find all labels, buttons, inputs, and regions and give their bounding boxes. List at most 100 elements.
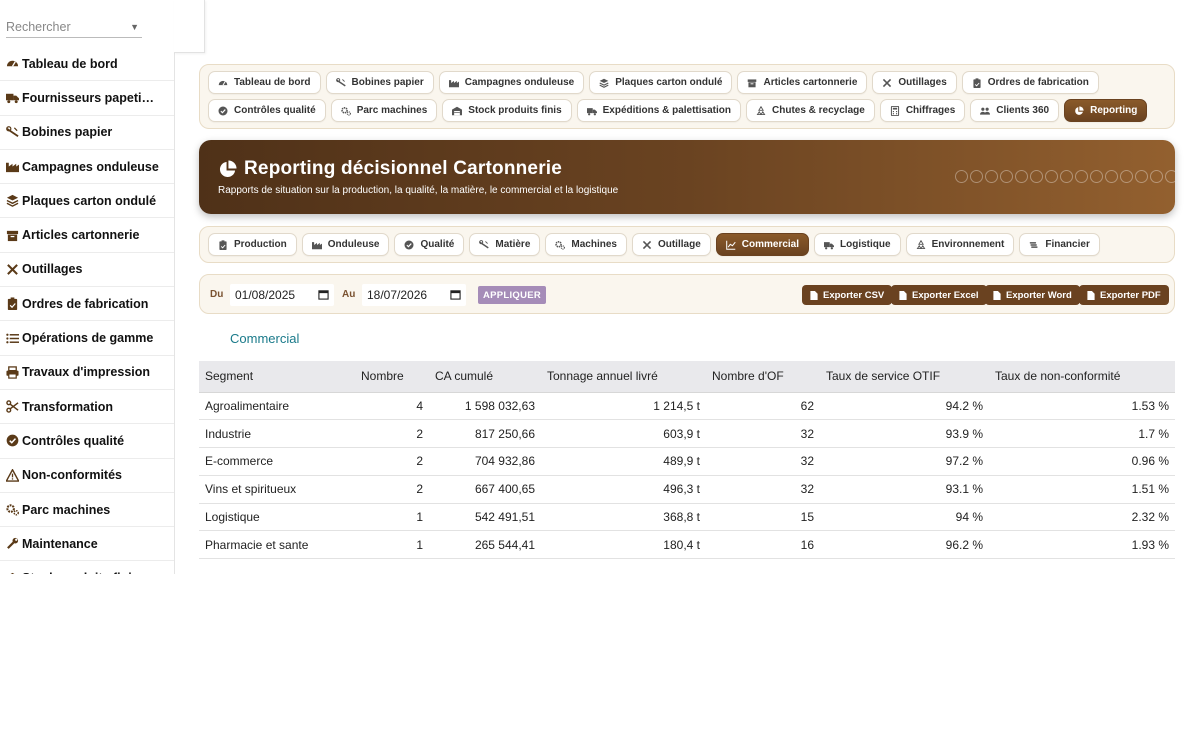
sidebar-item-parc-machines[interactable]: Parc machines xyxy=(0,493,174,528)
report-tab-commercial[interactable]: Commercial xyxy=(715,233,810,256)
wrench-icon xyxy=(5,537,20,551)
tab-label: Outillages xyxy=(898,77,947,88)
page-banner: Reporting décisionnel Cartonnerie Rappor… xyxy=(199,140,1175,214)
sidebar-item-travaux-d-impression[interactable]: Travaux d'impression xyxy=(0,356,174,390)
sidebar-item-label: Campagnes onduleuse xyxy=(22,159,159,174)
nav-tab-bobines-papier[interactable]: Bobines papier xyxy=(325,71,434,94)
sidebar-item-ordres-de-fabrication[interactable]: Ordres de fabrication xyxy=(0,287,174,322)
column-header[interactable]: Nombre xyxy=(355,361,429,393)
calendar-icon[interactable] xyxy=(450,289,461,300)
sidebar-item-fournisseurs-papeti[interactable]: Fournisseurs papeti… xyxy=(0,81,174,116)
file-icon xyxy=(899,290,907,300)
sidebar-item-plaques-carton-ondule[interactable]: Plaques carton ondulé xyxy=(0,184,174,219)
table-cell: Industrie xyxy=(199,419,355,449)
export-csv-button[interactable]: Exporter CSV xyxy=(802,285,893,305)
nav-tab-clients-360[interactable]: Clients 360 xyxy=(970,99,1060,122)
table-cell: 1.51 % xyxy=(989,475,1175,504)
decor-circle xyxy=(1075,170,1088,183)
scissors-icon xyxy=(5,400,20,414)
gauge-icon xyxy=(5,57,20,71)
calendar-icon[interactable] xyxy=(318,289,329,300)
decor-circle xyxy=(1045,170,1058,183)
clipboard-icon xyxy=(5,297,20,311)
sidebar-item-label: Fournisseurs papeti… xyxy=(22,90,154,105)
column-header[interactable]: Tonnage annuel livré xyxy=(541,361,706,393)
sidebar-item-bobines-papier[interactable]: Bobines papier xyxy=(0,116,174,150)
nav-tab-ordres-de-fabrication[interactable]: Ordres de fabrication xyxy=(961,71,1099,94)
nav-tab-stock-produits-finis[interactable]: Stock produits finis xyxy=(442,99,572,122)
sidebar-item-stock-produits-finis[interactable]: Stock produits finis xyxy=(0,561,174,574)
nav-tab-reporting[interactable]: Reporting xyxy=(1064,99,1148,122)
nav-tab-chiffrages[interactable]: Chiffrages xyxy=(879,99,966,122)
column-header[interactable]: CA cumulé xyxy=(429,361,541,393)
column-header[interactable]: Taux de non-conformité xyxy=(989,361,1175,393)
apply-button[interactable]: APPLIQUER xyxy=(478,286,546,304)
tab-label: Stock produits finis xyxy=(468,105,562,116)
sidebar-item-label: Parc machines xyxy=(22,502,111,517)
sidebar-item-transformation[interactable]: Transformation xyxy=(0,390,174,425)
column-header[interactable]: Nombre d'OF xyxy=(706,361,820,393)
sidebar-item-label: Plaques carton ondulé xyxy=(22,193,157,208)
table-cell: 603,9 t xyxy=(541,419,706,449)
report-tab-logistique[interactable]: Logistique xyxy=(814,233,901,256)
nav-tab-parc-machines[interactable]: Parc machines xyxy=(330,99,438,122)
search-select[interactable]: Rechercher ▼ xyxy=(6,17,142,38)
table-cell: 2 xyxy=(355,475,429,504)
export-excel-button[interactable]: Exporter Excel xyxy=(891,285,987,305)
sidebar-item-articles-cartonnerie[interactable]: Articles cartonnerie xyxy=(0,218,174,253)
nav-tab-tableau-de-bord[interactable]: Tableau de bord xyxy=(208,71,321,94)
export-word-button[interactable]: Exporter Word xyxy=(985,285,1080,305)
report-tab-qualite[interactable]: Qualité xyxy=(394,233,465,256)
tab-label: Financier xyxy=(1045,239,1090,250)
report-tabs: Production Onduleuse Qualité Matière Machine… xyxy=(199,226,1175,263)
decor-circle xyxy=(1015,170,1028,183)
report-tab-environnement[interactable]: Environnement xyxy=(905,233,1015,256)
sidebar-item-label: Contrôles qualité xyxy=(22,433,125,448)
report-tab-outillage[interactable]: Outillage xyxy=(631,233,711,256)
banner-decoration xyxy=(955,170,1175,184)
warning-icon xyxy=(5,468,20,482)
nav-tab-campagnes-onduleuse[interactable]: Campagnes onduleuse xyxy=(438,71,585,94)
nav-tab-chutes-recyclage[interactable]: Chutes & recyclage xyxy=(746,99,875,122)
nav-tab-controles-qualite[interactable]: Contrôles qualité xyxy=(208,99,326,122)
report-tab-machines[interactable]: Machines xyxy=(545,233,627,256)
report-tab-onduleuse[interactable]: Onduleuse xyxy=(301,233,390,256)
table-cell: 1 214,5 t xyxy=(541,392,706,421)
sidebar-item-non-conformites[interactable]: Non-conformités xyxy=(0,459,174,493)
sidebar-item-operations-de-gamme[interactable]: Opérations de gamme xyxy=(0,321,174,356)
column-header[interactable]: Segment xyxy=(199,361,355,393)
column-header[interactable]: Taux de service OTIF xyxy=(820,361,989,393)
tab-label: Articles cartonnerie xyxy=(763,77,858,88)
table-cell: Vins et spiritueux xyxy=(199,475,355,504)
report-tab-matiere[interactable]: Matière xyxy=(469,233,541,256)
table-cell: 97.2 % xyxy=(820,447,989,476)
decor-circle xyxy=(1120,170,1133,183)
table-row: Agroalimentaire 4 1 598 032,63 1 214,5 t 62 9… xyxy=(199,392,1175,421)
table-cell: 368,8 t xyxy=(541,503,706,532)
from-date-input[interactable]: 01/08/2025 xyxy=(230,284,334,306)
decor-circle xyxy=(1060,170,1073,183)
section-title: Commercial xyxy=(230,331,300,346)
tab-label: Environnement xyxy=(931,239,1005,250)
industry-icon xyxy=(448,78,459,88)
table-cell: 1.53 % xyxy=(989,392,1175,421)
to-date-input[interactable]: 18/07/2026 xyxy=(362,284,466,306)
nav-tab-outillages[interactable]: Outillages xyxy=(872,71,957,94)
sidebar-item-campagnes-onduleuse[interactable]: Campagnes onduleuse xyxy=(0,150,174,185)
decor-circle xyxy=(1150,170,1163,183)
sidebar-item-outillages[interactable]: Outillages xyxy=(0,253,174,288)
export-pdf-button[interactable]: Exporter PDF xyxy=(1079,285,1169,305)
report-tab-financier[interactable]: Financier xyxy=(1019,233,1100,256)
nav-tab-articles-cartonnerie[interactable]: Articles cartonnerie xyxy=(737,71,868,94)
report-tab-production[interactable]: Production xyxy=(208,233,297,256)
table-cell: 15 xyxy=(706,503,820,532)
table-cell: 704 932,86 xyxy=(429,447,541,476)
sidebar-toggle[interactable] xyxy=(174,0,205,53)
sidebar-item-controles-qualite[interactable]: Contrôles qualité xyxy=(0,424,174,459)
caret-down-icon[interactable]: ▼ xyxy=(130,22,139,32)
to-date-value: 18/07/2026 xyxy=(367,288,428,302)
sidebar-item-maintenance[interactable]: Maintenance xyxy=(0,527,174,562)
sidebar-item-tableau-de-bord[interactable]: Tableau de bord xyxy=(0,47,174,82)
nav-tab-expeditions-palettisation[interactable]: Expéditions & palettisation xyxy=(576,99,741,122)
nav-tab-plaques-carton-ondule[interactable]: Plaques carton ondulé xyxy=(589,71,733,94)
